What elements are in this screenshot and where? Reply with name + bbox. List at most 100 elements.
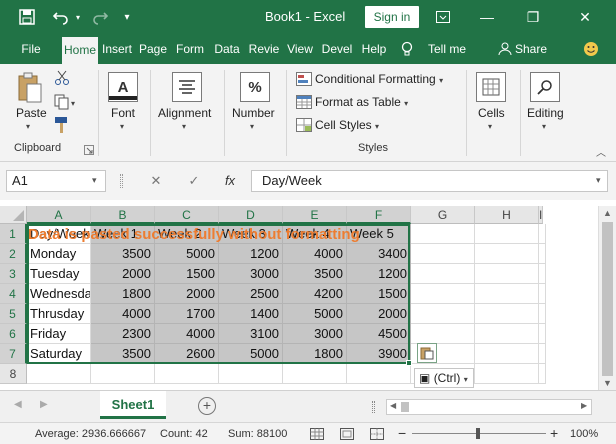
cancel-icon[interactable]: ✕ [146, 170, 166, 192]
normal-view-icon[interactable] [310, 428, 324, 440]
page-break-view-icon[interactable] [370, 428, 384, 440]
tab-page-layout[interactable]: Page [136, 34, 170, 64]
cell-a7[interactable]: Saturday [27, 344, 91, 364]
row-header-6[interactable]: 6 [0, 324, 27, 344]
resize-handle[interactable] [120, 174, 123, 188]
cell-h8[interactable] [475, 364, 539, 384]
tab-help[interactable]: Help [358, 34, 390, 64]
cell-g6[interactable] [411, 324, 475, 344]
tab-developer[interactable]: Devel [318, 34, 356, 64]
cell-h6[interactable] [475, 324, 539, 344]
enter-icon[interactable]: ✓ [184, 170, 204, 192]
zoom-level[interactable]: 100% [570, 428, 598, 440]
column-header-b[interactable]: B [91, 206, 155, 224]
row-header-2[interactable]: 2 [0, 244, 27, 264]
worksheet-grid[interactable]: A B C D E F G H I 1 2 3 4 5 6 7 8 Day/Week Week 1 Week 2 Wee… [0, 200, 616, 390]
clipboard-launcher-icon[interactable] [84, 144, 94, 155]
cells-dropdown-icon[interactable]: ▾ [488, 122, 492, 131]
zoom-in-button[interactable]: + [550, 425, 558, 441]
editing-button[interactable]: Editing [527, 106, 564, 120]
tab-view[interactable]: View [284, 34, 316, 64]
cell-i2[interactable] [539, 244, 546, 264]
column-header-h[interactable]: H [475, 206, 539, 224]
cell-a5[interactable]: Thrusday [27, 304, 91, 324]
tab-formulas[interactable]: Form [172, 34, 208, 64]
column-header-a[interactable]: A [27, 206, 91, 224]
close-icon[interactable]: ✕ [568, 0, 602, 34]
select-all-button[interactable] [0, 206, 27, 224]
cell-i3[interactable] [539, 264, 546, 284]
expand-formula-bar-icon[interactable]: ▾ [596, 175, 601, 186]
cell-b5[interactable]: 4000 [91, 304, 155, 324]
cell-i7[interactable] [539, 344, 546, 364]
cell-c6[interactable]: 4000 [155, 324, 219, 344]
percent-icon[interactable]: % [240, 72, 270, 102]
cell-f3[interactable]: 1200 [347, 264, 411, 284]
cell-h3[interactable] [475, 264, 539, 284]
column-header-g[interactable]: G [411, 206, 475, 224]
cell-h5[interactable] [475, 304, 539, 324]
cell-h4[interactable] [475, 284, 539, 304]
ribbon-display-icon[interactable] [426, 0, 460, 34]
copy-icon[interactable]: ▾ [54, 94, 78, 110]
format-painter-icon[interactable] [54, 116, 72, 134]
paste-button[interactable]: Paste [16, 106, 47, 120]
cell-d8[interactable] [219, 364, 283, 384]
alignment-icon[interactable] [172, 72, 202, 102]
font-button[interactable]: Font [111, 106, 135, 120]
paste-dropdown-icon[interactable]: ▾ [26, 122, 30, 131]
insert-function-button[interactable]: fx [220, 170, 240, 192]
cell-c5[interactable]: 1700 [155, 304, 219, 324]
cell-a8[interactable] [27, 364, 91, 384]
cell-i4[interactable] [539, 284, 546, 304]
cell-g3[interactable] [411, 264, 475, 284]
zoom-slider-thumb[interactable] [476, 428, 480, 439]
cell-g5[interactable] [411, 304, 475, 324]
cell-d7[interactable]: 5000 [219, 344, 283, 364]
tab-file[interactable]: File [14, 34, 48, 64]
sign-in-button[interactable]: Sign in [365, 6, 419, 28]
cut-icon[interactable] [54, 70, 70, 86]
cell-f4[interactable]: 1500 [347, 284, 411, 304]
paste-icon[interactable] [16, 72, 44, 104]
alignment-dropdown-icon[interactable]: ▾ [182, 122, 186, 131]
collapse-ribbon-icon[interactable]: ︿ [596, 144, 608, 159]
cell-c2[interactable]: 5000 [155, 244, 219, 264]
column-header-e[interactable]: E [283, 206, 347, 224]
cells-icon[interactable] [476, 72, 506, 102]
cell-e5[interactable]: 5000 [283, 304, 347, 324]
alignment-button[interactable]: Alignment [158, 106, 211, 120]
cell-a6[interactable]: Friday [27, 324, 91, 344]
cell-e8[interactable] [283, 364, 347, 384]
row-header-8[interactable]: 8 [0, 364, 27, 384]
column-header-f[interactable]: F [347, 206, 411, 224]
row-header-7[interactable]: 7 [0, 344, 27, 364]
scroll-left-icon[interactable]: ◀ [390, 401, 396, 410]
share-button[interactable]: Share [514, 34, 548, 64]
format-as-table-button[interactable]: Format as Table ▾ [315, 95, 408, 109]
cell-c7[interactable]: 2600 [155, 344, 219, 364]
scroll-up-icon[interactable]: ▲ [603, 208, 612, 218]
name-box[interactable]: A1 [6, 170, 106, 192]
editing-search-icon[interactable] [530, 72, 560, 102]
cell-f7[interactable]: 3900 [347, 344, 411, 364]
fill-handle[interactable] [406, 360, 412, 366]
cell-a2[interactable]: Monday [27, 244, 91, 264]
sheet-tab-sheet1[interactable]: Sheet1 [100, 391, 166, 419]
cell-b4[interactable]: 1800 [91, 284, 155, 304]
paste-options-icon[interactable] [417, 343, 437, 363]
cell-b3[interactable]: 2000 [91, 264, 155, 284]
cell-i5[interactable] [539, 304, 546, 324]
editing-dropdown-icon[interactable]: ▾ [542, 122, 546, 131]
cell-a4[interactable]: Wednesday [27, 284, 91, 304]
vertical-scrollbar[interactable]: ▲ ▼ [598, 206, 616, 390]
scroll-down-icon[interactable]: ▼ [603, 378, 612, 388]
prev-sheet-icon[interactable]: ◀ [14, 399, 22, 410]
feedback-smiley-icon[interactable] [580, 34, 602, 64]
cell-d5[interactable]: 1400 [219, 304, 283, 324]
cell-c4[interactable]: 2000 [155, 284, 219, 304]
zoom-out-button[interactable]: − [398, 425, 406, 441]
cell-d6[interactable]: 3100 [219, 324, 283, 344]
tab-split-handle[interactable] [372, 401, 375, 413]
column-header-i[interactable]: I [539, 206, 544, 224]
